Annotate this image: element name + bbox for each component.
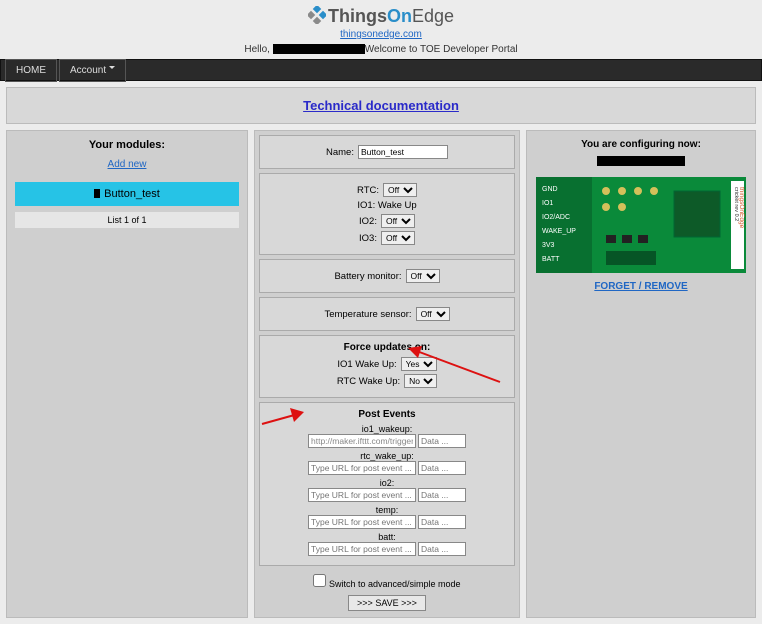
- io2-select[interactable]: Off: [381, 214, 415, 228]
- io1-wakeup-select[interactable]: Yes: [401, 357, 437, 371]
- name-label: Name:: [326, 147, 354, 158]
- event-name: temp:: [266, 505, 508, 515]
- navbar: HOME Account: [0, 59, 762, 81]
- name-input[interactable]: [358, 145, 448, 159]
- event-name: io2:: [266, 478, 508, 488]
- io3-label: IO3:: [359, 233, 377, 244]
- force-title: Force updates on:: [266, 342, 508, 353]
- logo: ThingsOnEdge: [0, 6, 762, 29]
- tech-doc-link[interactable]: Technical documentation: [303, 98, 459, 113]
- right-panel: You are configuring now: GNDIO1IO2/ADCWA…: [526, 130, 756, 618]
- config-panel: Name: RTC: Off IO1: Wake Up IO2: Off IO3: O…: [254, 130, 520, 618]
- event-url-input[interactable]: [308, 488, 416, 502]
- add-new-link[interactable]: Add new: [15, 159, 239, 170]
- io1-label: IO1: Wake Up: [357, 200, 416, 211]
- modules-panel: Your modules: Add new Button_test List 1…: [6, 130, 248, 618]
- event-name: io1_wakeup:: [266, 424, 508, 434]
- temp-label: Temperature sensor:: [324, 309, 411, 320]
- event-name: batt:: [266, 532, 508, 542]
- save-button[interactable]: >>> SAVE >>>: [348, 595, 426, 611]
- chevron-down-icon: [109, 66, 115, 72]
- nav-account[interactable]: Account: [59, 59, 126, 82]
- configuring-title: You are configuring now:: [535, 139, 747, 150]
- nav-home[interactable]: HOME: [5, 59, 57, 82]
- temp-select[interactable]: Off: [416, 307, 450, 321]
- forget-remove-link[interactable]: FORGET / REMOVE: [594, 281, 687, 292]
- event-data-input[interactable]: [418, 515, 466, 529]
- modules-title: Your modules:: [15, 139, 239, 151]
- rtc-wakeup-label: RTC Wake Up:: [337, 376, 400, 387]
- tech-doc-banner: Technical documentation: [6, 87, 756, 124]
- event-data-input[interactable]: [418, 542, 466, 556]
- logo-icon: [308, 6, 326, 29]
- io3-select[interactable]: Off: [381, 231, 415, 245]
- events-title: Post Events: [266, 409, 508, 420]
- welcome-text: Hello, Welcome to TOE Developer Portal: [0, 44, 762, 55]
- switch-mode-checkbox[interactable]: [313, 574, 326, 587]
- event-data-input[interactable]: [418, 434, 466, 448]
- batt-label: Battery monitor:: [334, 271, 401, 282]
- site-link[interactable]: thingsonedge.com: [340, 29, 422, 40]
- redacted-user: [273, 44, 365, 54]
- list-info: List 1 of 1: [15, 212, 239, 228]
- event-url-input[interactable]: [308, 542, 416, 556]
- event-url-input[interactable]: [308, 515, 416, 529]
- module-item-selected[interactable]: Button_test: [15, 182, 239, 206]
- io1-wakeup-label: IO1 Wake Up:: [337, 359, 396, 370]
- event-data-input[interactable]: [418, 461, 466, 475]
- io2-label: IO2:: [359, 216, 377, 227]
- switch-mode: Switch to advanced/simple mode: [259, 570, 515, 593]
- event-name: rtc_wake_up:: [266, 451, 508, 461]
- event-url-input[interactable]: [308, 434, 416, 448]
- batt-select[interactable]: Off: [406, 269, 440, 283]
- rtc-label: RTC:: [357, 185, 379, 196]
- board-image: GNDIO1IO2/ADCWAKE_UP3V3BATT thingsOnEdge…: [536, 177, 746, 273]
- rtc-select[interactable]: Off: [383, 183, 417, 197]
- redacted-module: [597, 156, 685, 166]
- module-icon: [94, 189, 100, 198]
- event-data-input[interactable]: [418, 488, 466, 502]
- svg-text:cricket rev 0.2: cricket rev 0.2: [733, 187, 739, 221]
- event-url-input[interactable]: [308, 461, 416, 475]
- rtc-wakeup-select[interactable]: No: [404, 374, 437, 388]
